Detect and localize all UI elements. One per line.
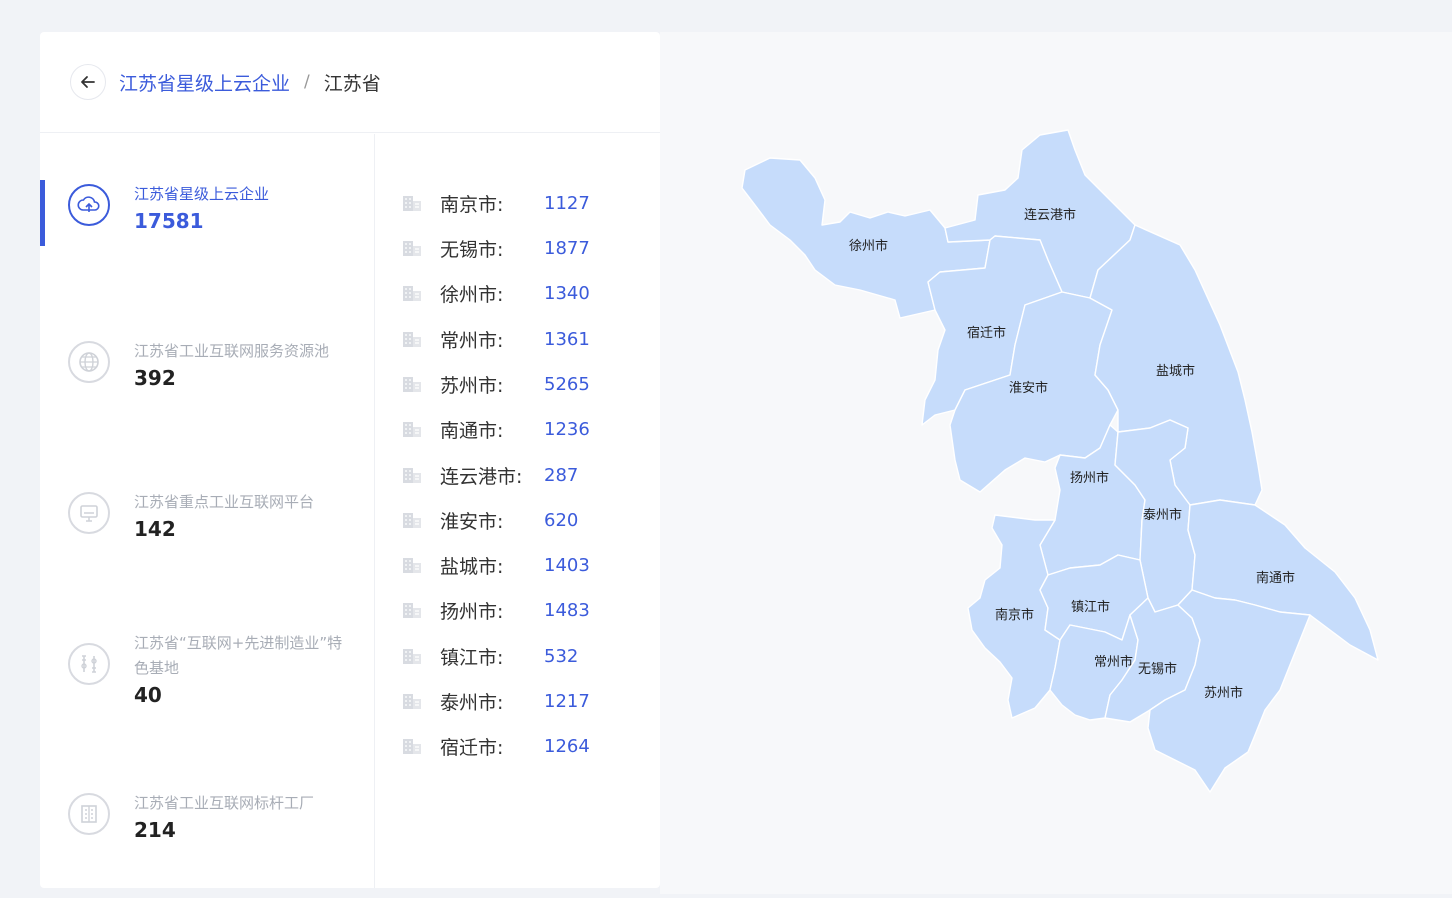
city-name: 连云港市:	[440, 465, 523, 488]
category-value: 392	[134, 366, 176, 390]
city-row-lianyungang: 连云港市: 287	[376, 460, 660, 490]
map-label-suzhou: 苏州市	[1204, 685, 1243, 701]
category-label: 江苏省重点工业互联网平台	[134, 493, 315, 511]
city-name: 苏州市:	[440, 374, 504, 397]
city-value: 287	[544, 464, 579, 486]
map-label-wuxi: 无锡市	[1138, 661, 1177, 677]
city-row-zhenjiang: 镇江市: 532	[376, 641, 660, 671]
map-label-nanjing: 南京市	[995, 607, 1034, 623]
map-label-yancheng: 盐城市	[1156, 363, 1195, 379]
building-icon	[403, 196, 421, 211]
city-name: 徐州市:	[440, 283, 504, 306]
jiangsu-map: 徐州市 连云港市 宿迁市 淮安市 盐城市 扬州市 泰州市 南通市 南京市 镇江市…	[660, 32, 1452, 894]
city-row-nanjing: 南京市: 1127	[376, 188, 660, 218]
map-label-nantong: 南通市	[1256, 570, 1295, 586]
city-value: 620	[544, 509, 579, 531]
building-icon	[403, 241, 421, 256]
breadcrumb: 江苏省星级上云企业 / 江苏省	[119, 69, 381, 96]
category-label: 江苏省星级上云企业	[134, 185, 270, 203]
city-value: 1340	[544, 282, 590, 304]
city-row-suqian: 宿迁市: 1264	[376, 731, 660, 761]
building-icon	[403, 513, 421, 528]
city-value: 1403	[544, 554, 590, 576]
category-list: 江苏省星级上云企业 17581 江苏省工业互联网服务资源池 392 江苏省重点工…	[40, 134, 375, 888]
category-label: 江苏省工业互联网标杆工厂	[134, 794, 315, 812]
building-icon	[403, 377, 421, 392]
building-icon	[403, 422, 421, 437]
city-name: 无锡市:	[440, 238, 504, 261]
city-name: 南通市:	[440, 419, 504, 442]
city-name: 淮安市:	[440, 510, 504, 533]
category-value: 40	[134, 683, 162, 707]
breadcrumb-separator: /	[304, 72, 310, 92]
city-row-wuxi: 无锡市: 1877	[376, 233, 660, 263]
building-icon	[68, 793, 110, 835]
city-value: 5265	[544, 373, 590, 395]
city-value: 1217	[544, 690, 590, 712]
city-value: 1877	[544, 237, 590, 259]
city-row-yangzhou: 扬州市: 1483	[376, 595, 660, 625]
breadcrumb-current: 江苏省	[323, 72, 381, 95]
city-value: 1361	[544, 328, 590, 350]
city-name: 南京市:	[440, 193, 504, 216]
panel-header: 江苏省星级上云企业 / 江苏省	[40, 32, 660, 133]
city-row-changzhou: 常州市: 1361	[376, 324, 660, 354]
city-row-xuzhou: 徐州市: 1340	[376, 278, 660, 308]
city-row-yancheng: 盐城市: 1403	[376, 550, 660, 580]
category-value: 17581	[134, 209, 204, 233]
map-label-lianyungang: 连云港市	[1024, 207, 1076, 223]
arrow-left-icon	[81, 76, 95, 88]
category-label: 江苏省“互联网+先进制造业”特色基地	[134, 634, 343, 677]
city-row-taizhou: 泰州市: 1217	[376, 686, 660, 716]
map-svg: 徐州市 连云港市 宿迁市 淮安市 盐城市 扬州市 泰州市 南通市 南京市 镇江市…	[741, 129, 1379, 793]
city-value: 1236	[544, 418, 590, 440]
map-label-suqian: 宿迁市	[967, 325, 1006, 341]
building-icon	[403, 286, 421, 301]
left-panel: 江苏省星级上云企业 / 江苏省 江苏省星级上云企业 17581 江苏省工业互联网…	[40, 32, 660, 888]
back-button[interactable]	[70, 64, 106, 100]
building-icon	[403, 603, 421, 618]
globe-icon	[68, 341, 110, 383]
city-name: 扬州市:	[440, 600, 504, 623]
map-label-changzhou: 常州市	[1094, 654, 1133, 670]
city-name: 镇江市:	[440, 646, 504, 669]
category-value: 214	[134, 818, 176, 842]
city-name: 盐城市:	[440, 555, 504, 578]
cloud-icon	[68, 184, 110, 226]
city-row-nantong: 南通市: 1236	[376, 414, 660, 444]
category-label: 江苏省工业互联网服务资源池	[134, 342, 330, 360]
map-label-zhenjiang: 镇江市	[1071, 599, 1110, 615]
building-icon	[403, 739, 421, 754]
city-name: 常州市:	[440, 329, 504, 352]
breadcrumb-parent-link[interactable]: 江苏省星级上云企业	[119, 69, 290, 96]
city-name: 宿迁市:	[440, 736, 504, 759]
city-row-suzhou: 苏州市: 5265	[376, 369, 660, 399]
city-value: 532	[544, 645, 579, 667]
city-name: 泰州市:	[440, 691, 504, 714]
map-label-huaian: 淮安市	[1009, 380, 1048, 396]
map-label-xuzhou: 徐州市	[849, 238, 888, 254]
city-row-huaian: 淮安市: 620	[376, 505, 660, 535]
monitor-icon	[68, 492, 110, 534]
building-icon	[403, 558, 421, 573]
city-value: 1127	[544, 192, 590, 214]
tools-icon	[68, 643, 110, 685]
category-value: 142	[134, 517, 176, 541]
map-label-taizhou: 泰州市	[1143, 507, 1182, 523]
building-icon	[403, 649, 421, 664]
city-value: 1483	[544, 599, 590, 621]
building-icon	[403, 694, 421, 709]
building-icon	[403, 332, 421, 347]
map-label-yangzhou: 扬州市	[1070, 470, 1109, 486]
city-value: 1264	[544, 735, 590, 757]
building-icon	[403, 468, 421, 483]
